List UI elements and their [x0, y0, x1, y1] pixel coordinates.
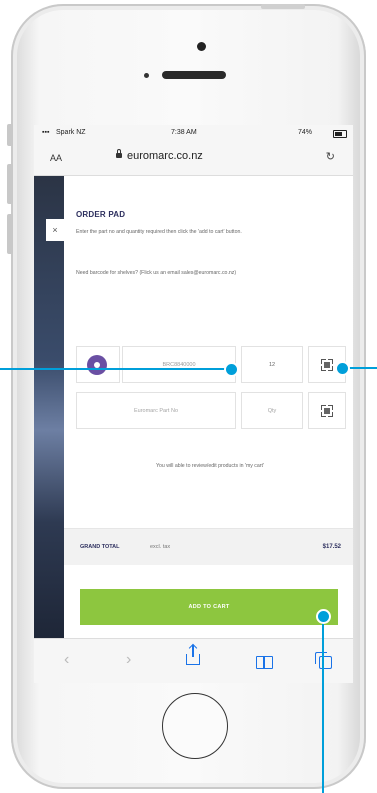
- volume-up-button: [7, 164, 13, 204]
- address-bar[interactable]: AA euromarc.co.nz ↻: [34, 141, 353, 176]
- lock-icon: [116, 149, 122, 158]
- forward-icon[interactable]: ›: [126, 651, 131, 669]
- callout-line-quantity: [0, 368, 229, 370]
- carrier-label: Spark NZ: [56, 129, 86, 136]
- cart-notice: You will able to review/edit products in…: [156, 463, 264, 469]
- front-camera: [197, 42, 206, 51]
- part-number-input[interactable]: Euromarc Part No: [76, 392, 236, 429]
- close-panel-button[interactable]: ×: [46, 219, 64, 241]
- add-to-cart-button[interactable]: ADD TO CART: [80, 589, 338, 625]
- status-bar: ▪▪▪ Spark NZ 7:38 AM 74%: [34, 125, 353, 141]
- barcode-help-text: Need barcode for shelves? (Flick us an e…: [76, 270, 237, 276]
- bookmarks-icon[interactable]: [256, 656, 273, 669]
- clock: 7:38 AM: [171, 129, 197, 136]
- power-button: [261, 4, 305, 9]
- share-icon[interactable]: [186, 645, 200, 665]
- text-size-button[interactable]: AA: [50, 153, 62, 163]
- product-avatar: [87, 355, 107, 375]
- grand-total-bar: GRAND TOTAL excl. tax $17.52: [64, 528, 353, 565]
- callout-dot-quantity: [224, 362, 239, 377]
- barcode-scan-icon: [321, 404, 333, 417]
- scan-barcode-button[interactable]: [308, 392, 346, 429]
- grand-total-label: GRAND TOTAL: [80, 544, 120, 550]
- volume-down-button: [7, 214, 13, 254]
- battery-percent: 74%: [298, 129, 313, 136]
- home-button[interactable]: [162, 693, 228, 759]
- earpiece-speaker: [162, 71, 226, 79]
- signal-icon: ▪▪▪: [42, 129, 50, 136]
- background-page: [34, 176, 64, 638]
- quantity-input[interactable]: Qty: [241, 392, 303, 429]
- battery-icon: [333, 130, 347, 138]
- page-title: ORDER PAD: [76, 210, 126, 219]
- quantity-input[interactable]: 12: [241, 346, 303, 383]
- phone-screen: ▪▪▪ Spark NZ 7:38 AM 74% AA euromarc.co.…: [34, 125, 353, 683]
- order-row: BRC8840000 12: [76, 346, 346, 383]
- reload-icon[interactable]: ↻: [326, 150, 335, 163]
- order-row: Euromarc Part No Qty: [76, 392, 346, 429]
- tax-label: excl. tax: [150, 544, 171, 550]
- url-text[interactable]: euromarc.co.nz: [127, 150, 203, 162]
- product-thumbnail: [76, 346, 120, 383]
- instructions-text: Enter the part no and quantity required …: [76, 229, 242, 235]
- grand-total-amount: $17.52: [322, 544, 341, 550]
- callout-dot-add-to-cart: [316, 609, 331, 624]
- callout-line-add-to-cart: [322, 617, 324, 793]
- sensor-dot: [144, 73, 149, 78]
- browser-toolbar: ‹ ›: [34, 638, 353, 683]
- part-number-input[interactable]: BRC8840000: [122, 346, 236, 383]
- tabs-icon[interactable]: [315, 652, 332, 669]
- barcode-scan-icon: [321, 358, 333, 371]
- back-icon[interactable]: ‹: [64, 651, 69, 669]
- mute-switch: [7, 124, 13, 146]
- order-pad-panel: ORDER PAD Enter the part no and quantity…: [64, 176, 353, 638]
- callout-dot-scan: [335, 361, 350, 376]
